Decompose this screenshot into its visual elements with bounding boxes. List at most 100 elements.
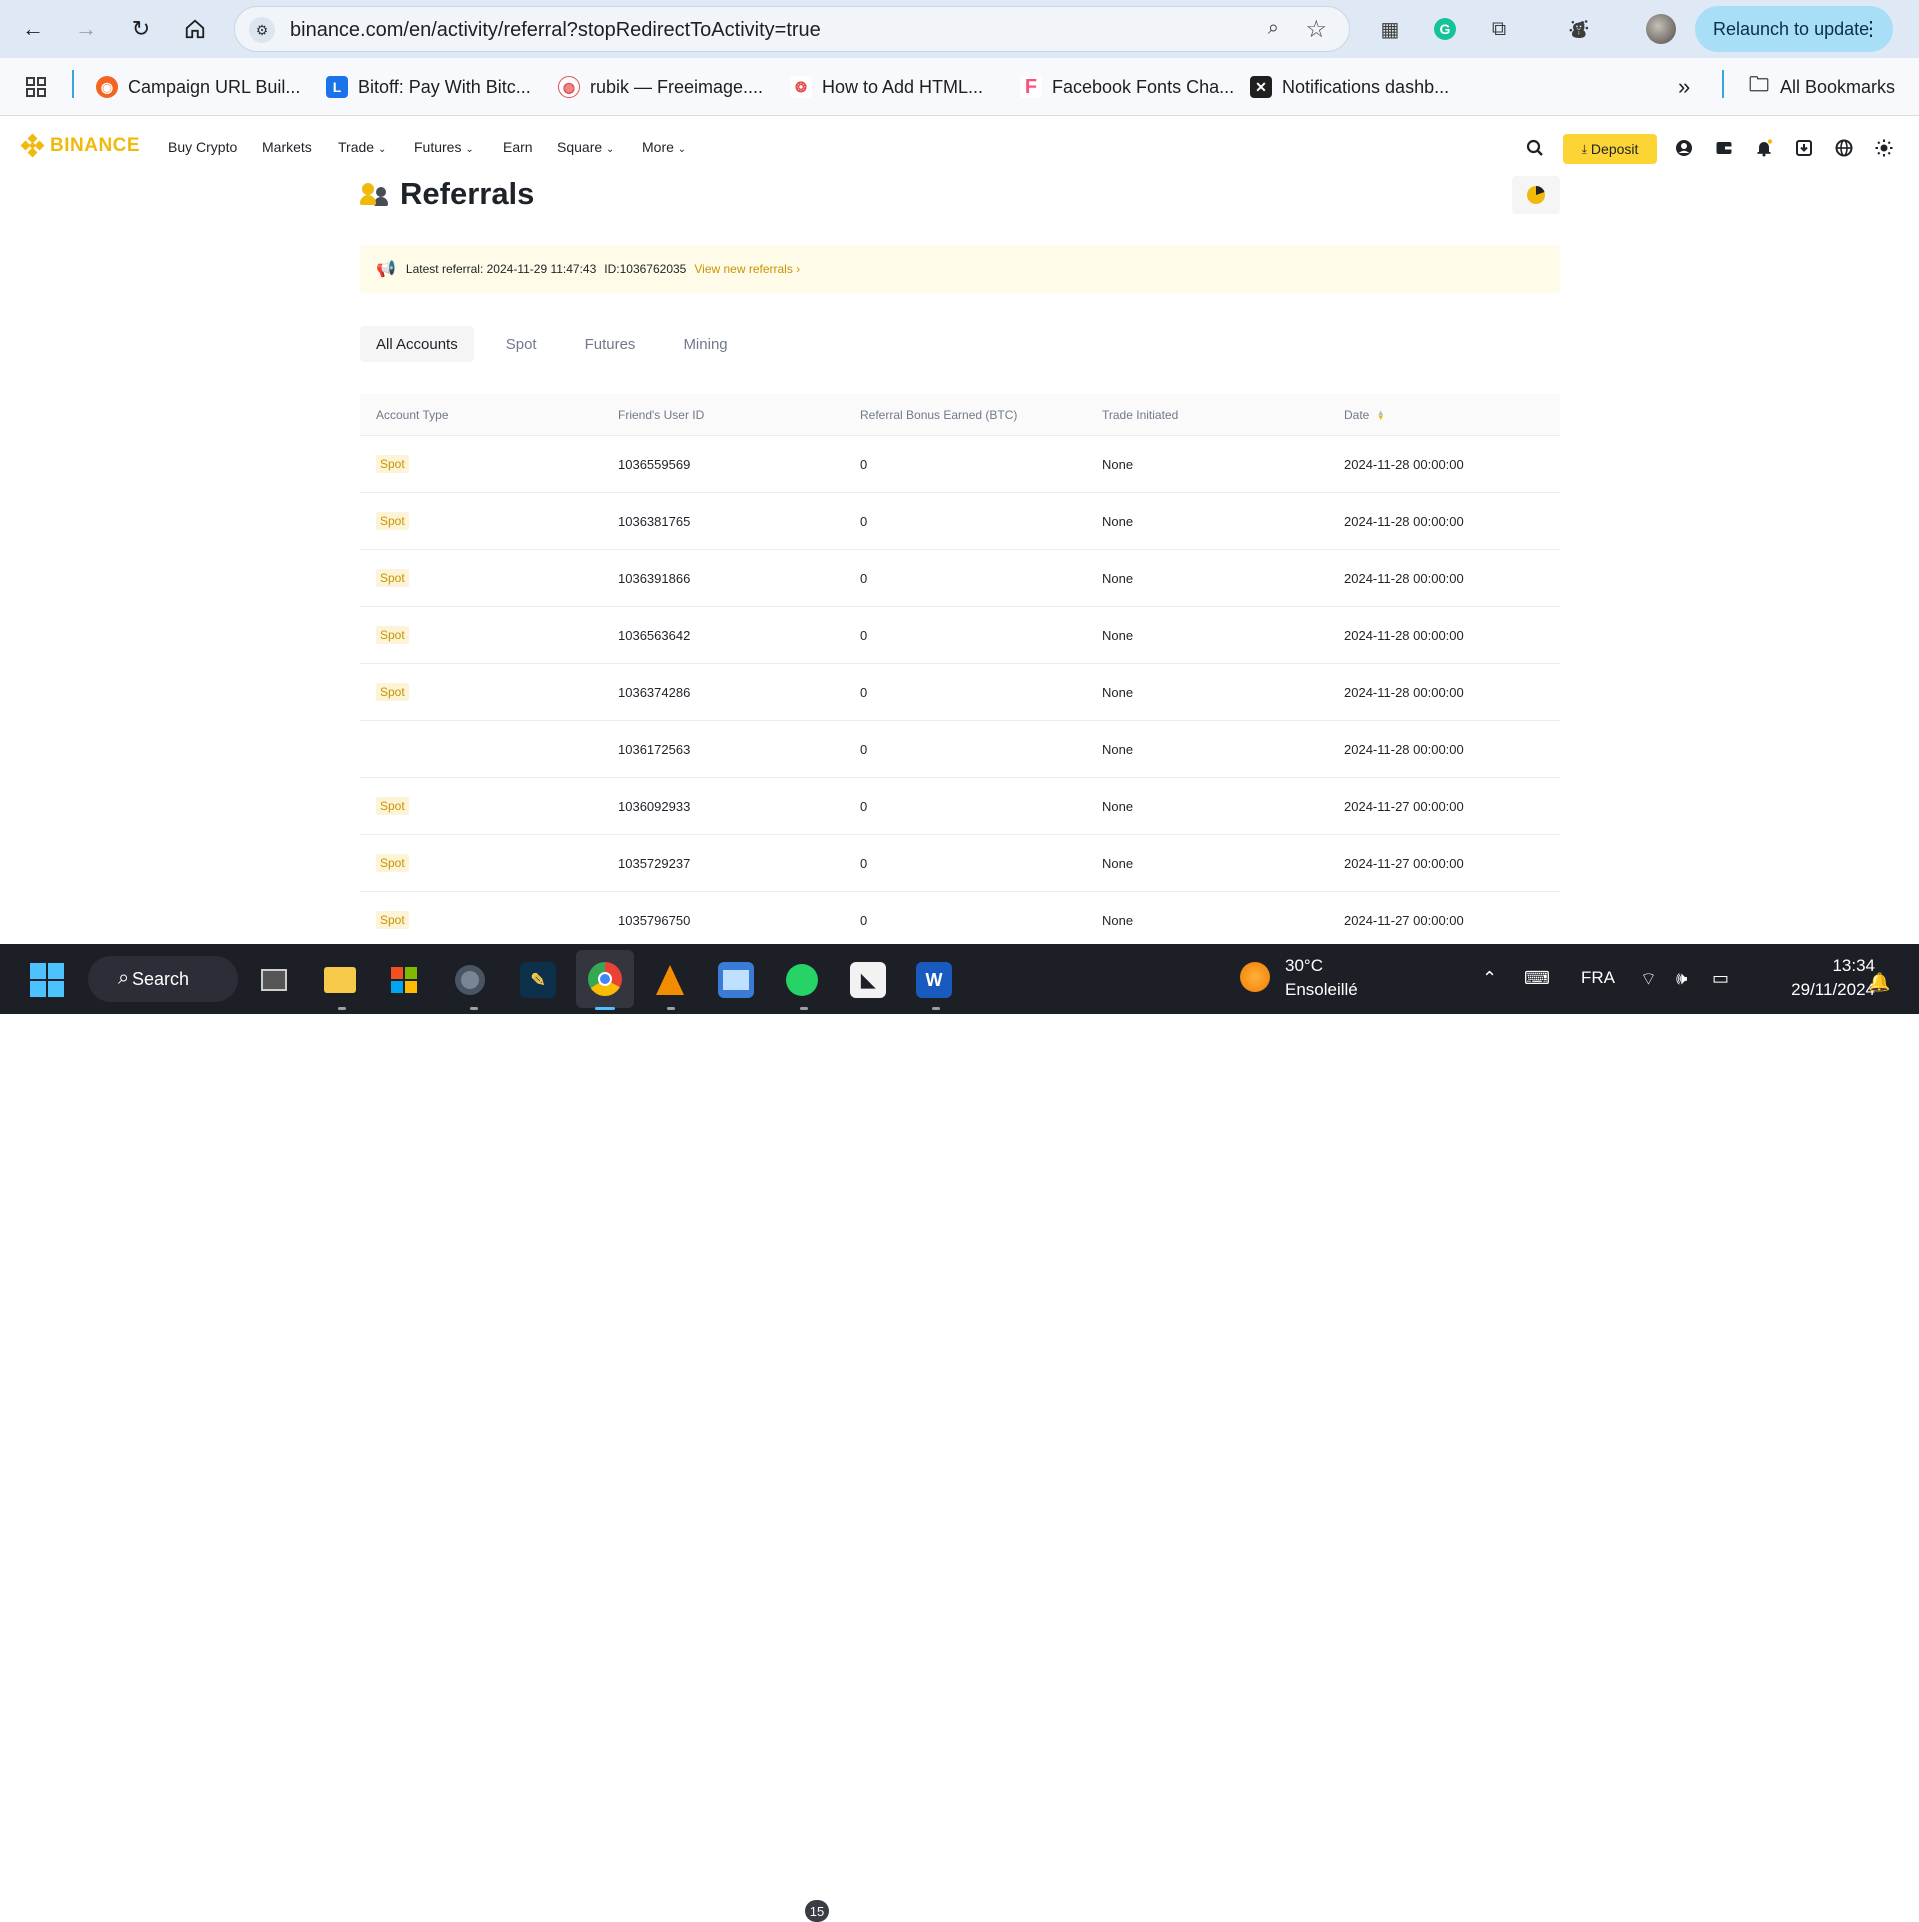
tab-futures[interactable]: Futures bbox=[569, 326, 652, 362]
chevron-down-icon: ⌄ bbox=[377, 144, 387, 155]
cell-account-type: Spot bbox=[360, 797, 602, 815]
url-text[interactable]: binance.com/en/activity/referral?stopRed… bbox=[290, 19, 821, 42]
header-trade-initiated: Trade Initiated bbox=[1102, 407, 1179, 422]
globe-icon[interactable] bbox=[1833, 137, 1855, 159]
cell-referral-bonus: 0 bbox=[860, 798, 868, 814]
tab-spot[interactable]: Spot bbox=[490, 326, 553, 362]
keyboard-icon[interactable]: ⌨ bbox=[1524, 968, 1550, 989]
battery-icon[interactable]: ▭ bbox=[1712, 968, 1729, 989]
running-indicator bbox=[667, 1007, 675, 1010]
file-explorer-icon[interactable] bbox=[322, 962, 358, 998]
clock-time[interactable]: 13:34 bbox=[1795, 956, 1875, 976]
bookmark-star-icon[interactable]: ☆ bbox=[1305, 15, 1327, 44]
weather-sun-icon[interactable] bbox=[1240, 962, 1270, 992]
cell-date: 2024-11-28 00:00:00 bbox=[1344, 570, 1464, 586]
user-icon[interactable] bbox=[1673, 137, 1695, 159]
qr-code-icon[interactable]: ▦ bbox=[1375, 14, 1405, 44]
app-icon[interactable]: ◣ bbox=[850, 962, 886, 998]
chrome-icon bbox=[588, 962, 622, 996]
relaunch-button[interactable]: Relaunch to update ⋮ bbox=[1695, 6, 1893, 52]
whatsapp-icon[interactable] bbox=[784, 962, 820, 998]
forward-icon[interactable]: → bbox=[67, 10, 105, 48]
bell-icon[interactable] bbox=[1753, 137, 1775, 159]
cell-friend-user-id: 1036381765 bbox=[618, 513, 691, 529]
bookmark-item[interactable]: ✕ Notifications dashb... bbox=[1250, 72, 1449, 102]
weather-temperature[interactable]: 30°C bbox=[1285, 956, 1323, 976]
active-indicator bbox=[595, 1007, 615, 1010]
cell-referral-bonus: 0 bbox=[860, 456, 868, 472]
cell-trade-initiated: None bbox=[1102, 741, 1134, 757]
cell-date: 2024-11-28 00:00:00 bbox=[1344, 513, 1464, 529]
microsoft-store-icon[interactable] bbox=[386, 962, 422, 998]
cell-referral-bonus: 0 bbox=[860, 513, 868, 529]
pie-chart-button[interactable] bbox=[1512, 176, 1560, 214]
control-panel-icon[interactable] bbox=[718, 962, 754, 998]
search-icon: ⌕ bbox=[118, 967, 130, 989]
bookmark-item[interactable]: ◍ rubik — Freeimage.... bbox=[558, 72, 763, 102]
wallet-icon[interactable] bbox=[1713, 137, 1735, 159]
reload-icon[interactable]: ↻ bbox=[122, 10, 160, 48]
feather-app-icon[interactable]: ✎ bbox=[520, 962, 556, 998]
cell-friend-user-id: 1035729237 bbox=[618, 855, 691, 871]
download-app-icon[interactable] bbox=[1793, 137, 1815, 159]
input-language[interactable]: FRA bbox=[1581, 968, 1615, 988]
zoom-icon[interactable]: ⌕ bbox=[1268, 17, 1279, 40]
windows-start-icon[interactable] bbox=[30, 963, 64, 997]
extensions-icon[interactable]: ⧉ bbox=[1484, 14, 1514, 44]
account-type-badge: Spot bbox=[376, 797, 409, 815]
table-row: Spot 1036374286 0 None 2024-11-28 00:00:00 bbox=[360, 664, 1560, 721]
volume-icon[interactable]: 🕪 bbox=[1676, 968, 1687, 989]
apps-grid-icon[interactable] bbox=[25, 72, 47, 102]
profile-avatar[interactable] bbox=[1646, 14, 1676, 44]
header-date[interactable]: Date ▲ ▼ bbox=[1328, 408, 1560, 422]
search-icon[interactable] bbox=[1524, 137, 1546, 159]
tab-all-accounts[interactable]: All Accounts bbox=[360, 326, 474, 362]
bookmark-item[interactable]: F Facebook Fonts Cha... bbox=[1020, 72, 1234, 102]
sort-icon[interactable]: ▲ ▼ bbox=[1377, 409, 1385, 422]
cell-friend-user-id: 1036092933 bbox=[618, 798, 691, 814]
word-icon[interactable]: W bbox=[916, 962, 952, 998]
all-bookmarks-folder[interactable]: 🗀 All Bookmarks bbox=[1748, 72, 1895, 102]
bookmark-item[interactable]: ❂ How to Add HTML... bbox=[790, 72, 983, 102]
theme-sun-icon[interactable] bbox=[1873, 137, 1895, 159]
home-icon[interactable] bbox=[176, 10, 214, 48]
grammarly-icon[interactable]: G bbox=[1430, 14, 1460, 44]
bookmark-item[interactable]: L Bitoff: Pay With Bitc... bbox=[326, 72, 531, 102]
site-info-icon[interactable]: ⚙ bbox=[249, 17, 275, 43]
vlc-icon[interactable] bbox=[652, 962, 688, 998]
binance-logo[interactable]: BINANCE bbox=[20, 133, 140, 158]
task-view-icon[interactable] bbox=[256, 962, 292, 998]
back-icon[interactable]: ← bbox=[14, 10, 52, 48]
deposit-button[interactable]: ⤓ Deposit bbox=[1563, 134, 1657, 164]
settings-icon[interactable] bbox=[452, 962, 488, 998]
nav-futures[interactable]: Futures ⌄ bbox=[414, 139, 474, 155]
running-indicator bbox=[338, 1007, 346, 1010]
notification-bell-icon[interactable]: 🔔 bbox=[1868, 972, 1890, 993]
taskbar-search[interactable]: ⌕ Search bbox=[88, 956, 238, 1002]
account-type-badge: Spot bbox=[376, 512, 409, 530]
tab-mining[interactable]: Mining bbox=[667, 326, 743, 362]
cell-account-type: Spot bbox=[360, 626, 602, 644]
nav-buy-crypto[interactable]: Buy Crypto bbox=[168, 139, 237, 155]
pie-chart-icon bbox=[1527, 185, 1545, 204]
address-bar[interactable]: ⚙ binance.com/en/activity/referral?stopR… bbox=[234, 6, 1350, 52]
more-vertical-icon[interactable]: ⋮ bbox=[1861, 16, 1881, 41]
nav-earn[interactable]: Earn bbox=[503, 139, 533, 155]
chevron-up-icon[interactable]: ⌃ bbox=[1482, 968, 1497, 989]
bookmark-item[interactable]: ◉ Campaign URL Buil... bbox=[96, 72, 300, 102]
clock-date[interactable]: 29/11/2024 bbox=[1760, 980, 1875, 1000]
nav-markets[interactable]: Markets bbox=[262, 139, 312, 155]
nav-more[interactable]: More ⌄ bbox=[642, 139, 686, 155]
more-bookmarks-icon[interactable]: » bbox=[1678, 72, 1690, 102]
wifi-icon[interactable]: ⌔ bbox=[1640, 968, 1657, 991]
deposit-label: Deposit bbox=[1590, 141, 1639, 157]
nav-square[interactable]: Square ⌄ bbox=[557, 139, 614, 155]
nav-trade[interactable]: Trade ⌄ bbox=[338, 139, 386, 155]
incognito-icon[interactable]: ⛇ bbox=[1564, 14, 1594, 44]
chevron-down-icon: ⌄ bbox=[606, 144, 615, 155]
weather-condition[interactable]: Ensoleillé bbox=[1285, 980, 1358, 1000]
latest-referral-notice: 📢 Latest referral: 2024-11-29 11:47:43 I… bbox=[360, 245, 1560, 293]
chrome-taskbar-button[interactable] bbox=[576, 950, 634, 1008]
cell-date: 2024-11-27 00:00:00 bbox=[1344, 912, 1464, 928]
view-new-referrals-link[interactable]: View new referrals › bbox=[694, 262, 800, 276]
